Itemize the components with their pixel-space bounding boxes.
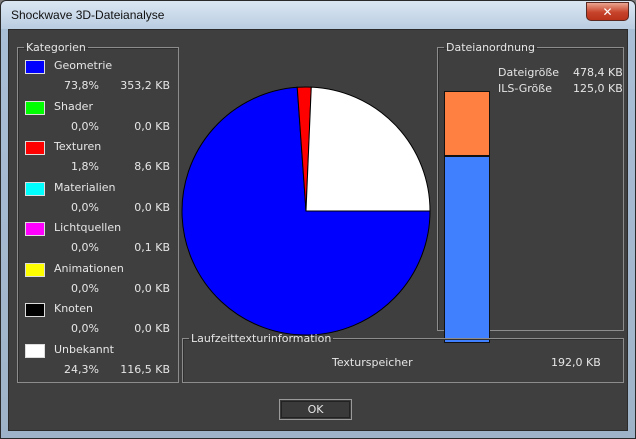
category-percent: 1,8% — [71, 160, 99, 173]
file-layout-bar — [444, 91, 490, 343]
ok-button[interactable]: OK — [279, 399, 352, 420]
window-title: Shockwave 3D-Dateianalyse — [11, 8, 165, 22]
category-name: Lichtquellen — [54, 221, 122, 234]
runtime-texture-legend: Laufzeittexturinformation — [191, 332, 332, 345]
pie-slice-unbekannt — [305, 86, 431, 212]
category-size: 0,1 KB — [134, 241, 170, 254]
category-color-swatch — [25, 100, 45, 115]
category-name: Texturen — [54, 140, 102, 153]
category-name: Unbekannt — [54, 342, 114, 356]
ils-size-label: ILS-Größe — [498, 82, 552, 95]
pie-chart-svg — [181, 86, 431, 336]
category-percent: 0,0% — [71, 241, 99, 254]
categories-legend: Kategorien — [26, 41, 86, 54]
texture-memory-value: 192,0 KB — [551, 356, 601, 369]
category-row: Materialien 0,0% 0,0 KB — [18, 180, 176, 220]
category-name: Knoten — [54, 302, 93, 315]
category-size: 0,0 KB — [134, 119, 170, 133]
category-color-swatch — [25, 343, 45, 358]
file-size-label: Dateigröße — [498, 66, 560, 79]
close-icon: ✕ — [602, 4, 613, 19]
category-percent: 73,8% — [64, 79, 99, 92]
ils-size-value: 125,0 KB — [573, 82, 623, 95]
dialog-client-area: Kategorien Geometrie 73,8% 353,2 KB Shader 0… — [8, 29, 628, 431]
category-row: Lichtquellen 0,0% 0,1 KB — [18, 220, 176, 260]
category-size: 8,6 KB — [134, 160, 170, 173]
category-percent: 0,0% — [71, 119, 99, 133]
ils-size-segment — [445, 92, 489, 157]
category-row: Animationen 0,0% 0,0 KB — [18, 261, 176, 301]
category-name: Materialien — [54, 180, 116, 194]
category-size: 116,5 KB — [120, 362, 170, 376]
category-size: 0,0 KB — [134, 200, 170, 214]
title-bar[interactable]: Shockwave 3D-Dateianalyse ✕ — [1, 1, 635, 29]
category-row: Shader 0,0% 0,0 KB — [18, 99, 176, 139]
category-size: 0,0 KB — [134, 322, 170, 335]
category-percent: 0,0% — [71, 281, 99, 295]
category-color-swatch — [25, 303, 45, 317]
category-name: Geometrie — [54, 59, 113, 72]
category-size: 353,2 KB — [120, 79, 170, 92]
category-percent: 0,0% — [71, 322, 99, 335]
close-button[interactable]: ✕ — [586, 2, 629, 21]
dialog-window: Shockwave 3D-Dateianalyse ✕ Kategorien G… — [0, 0, 636, 439]
categories-group: Kategorien Geometrie 73,8% 353,2 KB Shader 0… — [17, 41, 179, 383]
category-color-swatch — [25, 60, 45, 74]
file-size-segment — [445, 157, 489, 342]
category-row: Unbekannt 24,3% 116,5 KB — [18, 342, 176, 382]
category-pie-chart — [181, 86, 431, 336]
file-size-value: 478,4 KB — [573, 66, 623, 79]
category-percent: 0,0% — [71, 200, 99, 214]
category-row: Geometrie 73,8% 353,2 KB — [18, 58, 176, 98]
category-row: Texturen 1,8% 8,6 KB — [18, 139, 176, 179]
category-color-swatch — [25, 222, 45, 236]
ok-button-label: OK — [307, 403, 324, 416]
category-color-swatch — [25, 262, 45, 277]
category-name: Shader — [54, 99, 93, 113]
texture-memory-label: Texturspeicher — [332, 356, 413, 369]
category-color-swatch — [25, 181, 45, 196]
file-layout-legend: Dateianordnung — [446, 41, 535, 54]
category-row: Knoten 0,0% 0,0 KB — [18, 301, 176, 341]
category-percent: 24,3% — [64, 362, 99, 376]
category-size: 0,0 KB — [134, 281, 170, 295]
category-name: Animationen — [54, 261, 124, 275]
category-color-swatch — [25, 141, 45, 155]
